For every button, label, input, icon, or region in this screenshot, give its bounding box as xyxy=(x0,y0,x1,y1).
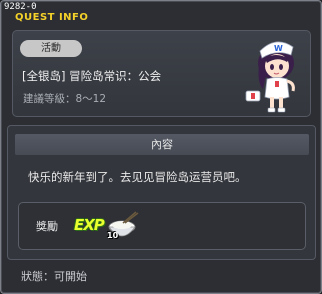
quest-detail-panel: 內容 快乐的新年到了。去见见冒险岛运营员吧。 獎勵 EXP 10 xyxy=(7,125,316,260)
quest-name: [全银岛] 冒险岛常识：公会 xyxy=(22,69,162,83)
reward-label: 獎勵 xyxy=(36,220,58,233)
reward-quantity: 10 xyxy=(107,231,119,240)
npc-nurse-icon: W xyxy=(245,41,295,113)
quest-summary-panel: 活動 [全银岛] 冒险岛常识：公会 建議等級：8～12 W xyxy=(12,30,311,117)
quest-status: 狀態：可開始 xyxy=(21,270,87,283)
quest-category-badge: 活動 xyxy=(20,40,82,57)
svg-text:W: W xyxy=(274,44,283,53)
quest-recommended-level: 建議等級：8～12 xyxy=(23,93,107,105)
content-header: 內容 xyxy=(15,134,309,155)
quest-info-window: 9282-0 QUEST INFO 活動 [全银岛] 冒险岛常识：公会 建議等級… xyxy=(0,0,322,294)
exp-icon[interactable]: EXP xyxy=(74,216,105,234)
window-title: QUEST INFO xyxy=(15,12,89,23)
window-id: 9282-0 xyxy=(4,2,37,12)
reward-box: 獎勵 EXP 10 xyxy=(18,202,306,250)
content-text: 快乐的新年到了。去见见冒险岛运营员吧。 xyxy=(28,170,247,184)
